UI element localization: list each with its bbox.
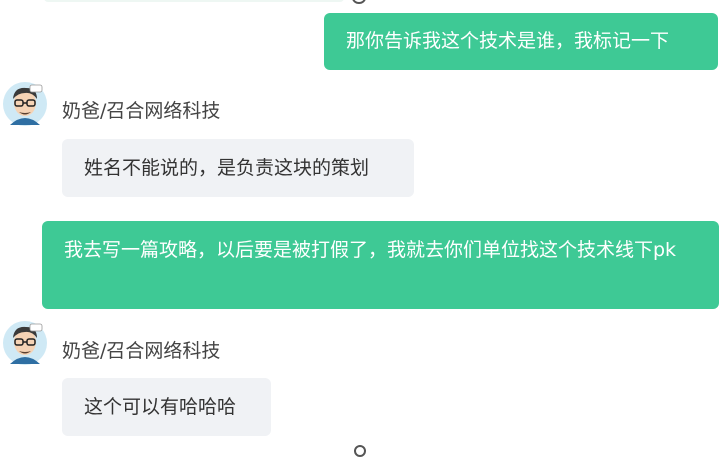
message-text: 这个可以有哈哈哈 [84,396,237,418]
outgoing-message-bubble[interactable]: 我去写一篇攻略，以后要是被打假了，我就去你们单位找这个技术线下pk [42,221,719,309]
avatar[interactable] [2,320,48,366]
avatar[interactable] [2,81,48,127]
incoming-message-bubble[interactable]: 姓名不能说的，是负责这块的策划 [62,139,414,197]
chat-thread: 那你告诉我这个技术是谁，我标记一下 奶爸/召合网络科技 姓名不能说的，是负责这块… [0,0,723,457]
message-text: 那你告诉我这个技术是谁，我标记一下 [346,30,670,52]
loading-indicator-icon [352,0,366,4]
previous-message-edge [44,0,344,2]
cartoon-man-avatar-icon [3,82,47,126]
sender-name: 奶爸/召合网络科技 [62,100,221,122]
incoming-message-bubble[interactable]: 这个可以有哈哈哈 [62,378,271,436]
loading-indicator-icon [354,445,366,457]
message-text: 我去写一篇攻略，以后要是被打假了，我就去你们单位找这个技术线下pk [64,239,677,261]
message-text: 姓名不能说的，是负责这块的策划 [84,157,370,179]
outgoing-message-bubble[interactable]: 那你告诉我这个技术是谁，我标记一下 [324,13,718,70]
cartoon-man-avatar-icon [3,321,47,365]
sender-name: 奶爸/召合网络科技 [62,340,221,362]
